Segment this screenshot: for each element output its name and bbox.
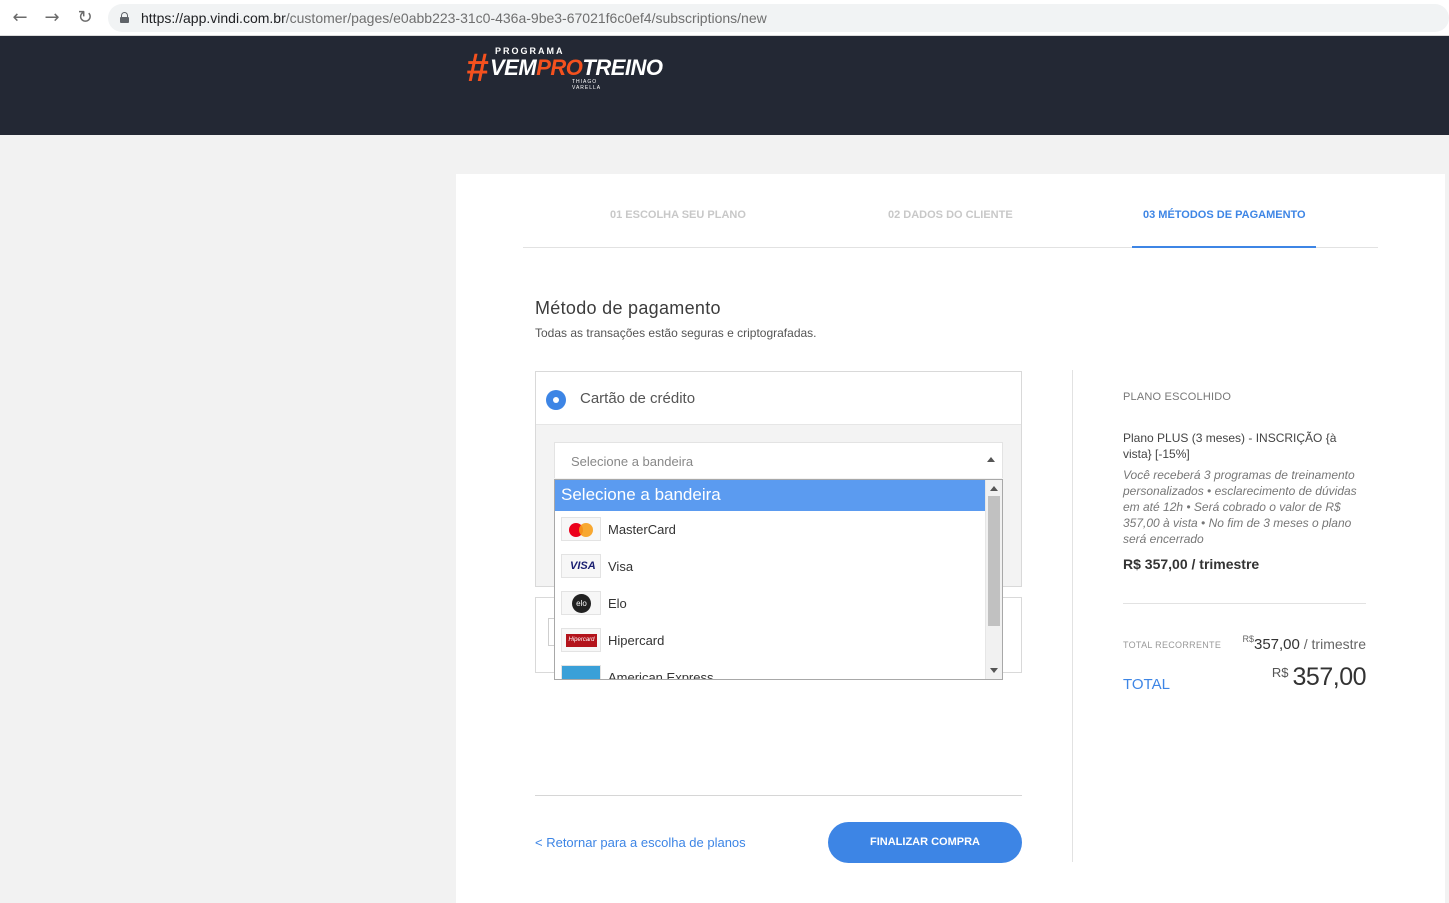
elo-logo: elo bbox=[561, 591, 601, 615]
dropdown-option-mastercard[interactable]: MasterCard bbox=[555, 511, 986, 548]
visa-logo: VISA bbox=[561, 554, 601, 578]
total-label: TOTAL bbox=[1123, 676, 1170, 693]
logo-wordmark: VEMPROTREINO bbox=[490, 55, 663, 80]
arrow-right-icon[interactable]: → bbox=[41, 7, 63, 29]
step-payment-methods[interactable]: 03 MÉTODOS DE PAGAMENTO bbox=[1143, 209, 1306, 221]
summary-divider bbox=[1123, 603, 1366, 604]
amex-logo bbox=[561, 665, 601, 679]
column-divider bbox=[1072, 370, 1073, 862]
browser-toolbar: ← → ↻ https://app.vindi.com.br/customer/… bbox=[0, 0, 1449, 36]
card-brand-select[interactable]: Selecione a bandeira bbox=[554, 442, 1003, 478]
plan-name: Plano PLUS (3 meses) - INSCRIÇÃO {à vist… bbox=[1123, 431, 1337, 461]
credit-card-label: Cartão de crédito bbox=[580, 390, 696, 407]
logo-subtitle: THIAGO VARELLA bbox=[572, 79, 602, 91]
logo-hash: # bbox=[466, 46, 489, 90]
plan-price: R$ 357,00 / trimestre bbox=[1123, 556, 1260, 572]
url-text: https://app.vindi.com.br/customer/pages/… bbox=[141, 10, 767, 26]
step-choose-plan[interactable]: 01 ESCOLHA SEU PLANO bbox=[610, 209, 746, 221]
address-bar[interactable]: https://app.vindi.com.br/customer/pages/… bbox=[108, 4, 1449, 32]
arrow-left-icon[interactable]: ← bbox=[9, 7, 31, 29]
hipercard-logo: Hipercard bbox=[561, 628, 601, 652]
dropdown-option-visa[interactable]: VISA Visa bbox=[555, 548, 986, 585]
total-value: R$ 357,00 bbox=[1271, 663, 1367, 691]
brand-logo[interactable]: # PROGRAMA VEMPROTREINO THIAGO VARELLA bbox=[466, 46, 663, 92]
active-step-indicator bbox=[1132, 246, 1316, 248]
plan-description: Você receberá 3 programas de treinamento… bbox=[1123, 468, 1357, 546]
recurring-total-value: R$357,00 / trimestre bbox=[1242, 634, 1366, 653]
finish-purchase-button[interactable]: FINALIZAR COMPRA bbox=[828, 822, 1022, 863]
site-header: # PROGRAMA VEMPROTREINO THIAGO VARELLA bbox=[0, 36, 1449, 135]
dropdown-option-elo[interactable]: elo Elo bbox=[555, 585, 986, 622]
page-subtitle: Todas as transações estão seguras e crip… bbox=[535, 326, 817, 340]
recurring-total-label: TOTAL RECORRENTE bbox=[1123, 640, 1222, 650]
dropdown-scrollbar[interactable] bbox=[985, 480, 1002, 679]
dropdown-option-amex[interactable]: American Express bbox=[555, 659, 986, 679]
scroll-up-icon[interactable] bbox=[990, 486, 998, 491]
mastercard-logo bbox=[561, 517, 601, 541]
credit-card-radio[interactable] bbox=[546, 390, 566, 410]
page-title: Método de pagamento bbox=[535, 298, 721, 318]
form-divider bbox=[535, 795, 1022, 796]
checkout-card: 01 ESCOLHA SEU PLANO 02 DADOS DO CLIENTE… bbox=[456, 174, 1445, 903]
select-placeholder: Selecione a bandeira bbox=[571, 454, 694, 469]
lock-icon bbox=[120, 12, 129, 23]
credit-card-option[interactable]: Cartão de crédito bbox=[536, 372, 1021, 425]
summary-label: PLANO ESCOLHIDO bbox=[1123, 391, 1232, 403]
reload-icon[interactable]: ↻ bbox=[74, 7, 96, 29]
scroll-down-icon[interactable] bbox=[990, 668, 998, 673]
checkout-steps: 01 ESCOLHA SEU PLANO 02 DADOS DO CLIENTE… bbox=[523, 174, 1378, 248]
dropdown-option-hipercard[interactable]: Hipercard Hipercard bbox=[555, 622, 986, 659]
caret-up-icon bbox=[987, 457, 995, 462]
dropdown-option-placeholder[interactable]: Selecione a bandeira bbox=[555, 480, 986, 511]
step-customer-data[interactable]: 02 DADOS DO CLIENTE bbox=[888, 209, 1013, 221]
back-to-plans-link[interactable]: < Retornar para a escolha de planos bbox=[535, 835, 746, 850]
scroll-thumb[interactable] bbox=[988, 496, 1000, 626]
card-brand-dropdown: Selecione a bandeira MasterCard VISA Vis… bbox=[554, 479, 1003, 680]
